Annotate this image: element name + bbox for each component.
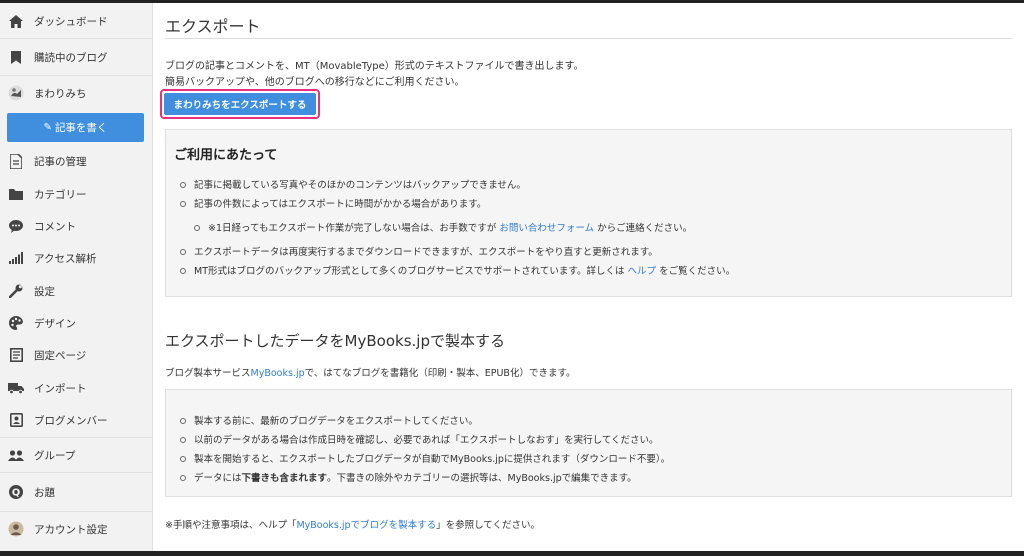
divider	[165, 38, 1012, 39]
group-icon	[8, 447, 24, 463]
page-icon	[8, 347, 24, 363]
main-content: エクスポート ブログの記事とコメントを、MT（MovableType）形式のテキ…	[160, 0, 1013, 556]
sidebar-item-label: アクセス解析	[34, 252, 97, 265]
comment-icon	[8, 218, 24, 234]
help-link[interactable]: ヘルプ	[628, 266, 657, 277]
sidebar-item-label: 設定	[34, 285, 55, 298]
sidebar-item-fixed-pages[interactable]: 固定ページ	[0, 340, 152, 370]
palette-icon	[8, 315, 24, 331]
sidebar-item-members[interactable]: ブログメンバー	[0, 405, 152, 435]
list-item: 記事に掲載している写真やそのほかのコンテンツはバックアップできません。	[180, 177, 526, 191]
divider	[0, 472, 152, 473]
wrench-icon	[8, 283, 24, 299]
export-button-highlight: まわりみちをエクスポートする	[160, 89, 320, 119]
divider	[0, 38, 152, 39]
notice-heading: ご利用にあたって	[174, 148, 278, 163]
sidebar-item-label: カテゴリー	[34, 188, 87, 201]
list-item: データには下書きも含まれます。下書きの除外やカテゴリーの選択等は、MyBooks…	[180, 470, 637, 484]
bookmark-icon	[8, 49, 24, 65]
mybooks-section-title: エクスポートしたデータをMyBooks.jpで製本する	[165, 332, 505, 350]
page-title: エクスポート	[165, 17, 261, 36]
mybooks-description: ブログ製本サービスMyBooks.jpで、はてなブログを書籍化（印刷・製本、EP…	[165, 368, 576, 379]
sidebar-item-label: 記事の管理	[34, 155, 87, 168]
divider	[0, 75, 152, 76]
bullet-icon	[180, 200, 186, 207]
description-line-1: ブログの記事とコメントを、MT（MovableType）形式のテキストファイルで…	[165, 61, 584, 72]
bullet-icon	[180, 417, 186, 424]
list-item: 製本する前に、最新のブログデータをエクスポートしてください。	[180, 413, 478, 427]
bar-chart-icon	[8, 250, 24, 266]
export-button[interactable]: まわりみちをエクスポートする	[164, 93, 316, 115]
contact-form-link[interactable]: お問い合わせフォーム	[499, 223, 594, 234]
document-icon	[8, 153, 24, 169]
sidebar-item-dashboard[interactable]: ダッシュボード	[0, 6, 152, 36]
list-item: ※1日経ってもエクスポート作業が完了しない場合は、お手数ですが お問い合わせフォ…	[194, 220, 692, 234]
usage-notice-panel: ご利用にあたって 記事に掲載している写真やそのほかのコンテンツはバックアップでき…	[165, 129, 1012, 297]
sidebar-item-label: ダッシュボード	[34, 15, 108, 28]
sidebar-item-import[interactable]: インポート	[0, 373, 152, 403]
bullet-icon	[180, 267, 186, 274]
edit-icon: ✎	[43, 122, 52, 133]
folder-icon	[8, 186, 24, 202]
mybooks-notice-panel: 製本する前に、最新のブログデータをエクスポートしてください。 以前のデータがある…	[165, 389, 1012, 497]
list-item: 製本を開始すると、エクスポートしたブログデータが自動でMyBooks.jpに提供…	[180, 451, 670, 465]
bullet-icon	[180, 455, 186, 462]
blog-avatar-icon	[8, 85, 24, 101]
sidebar-item-blog[interactable]: まわりみち	[0, 78, 152, 108]
sidebar-item-label: デザイン	[34, 317, 76, 330]
mybooks-link[interactable]: MyBooks.jp	[251, 368, 305, 379]
svg-text:Q: Q	[12, 488, 21, 499]
sidebar-item-design[interactable]: デザイン	[0, 308, 152, 338]
sidebar-item-account-settings[interactable]: アカウント設定	[0, 514, 152, 544]
sidebar-item-categories[interactable]: カテゴリー	[0, 179, 152, 209]
description-line-2: 簡易バックアップや、他のブログへの移行などにご利用ください。	[165, 77, 465, 88]
bullet-icon	[180, 474, 186, 481]
footer-note: ※手順や注意事項は、ヘルプ「MyBooks.jpでブログを製本する」を参照してく…	[165, 520, 541, 531]
list-item: MT形式はブログのバックアップ形式として多くのブログサービスでサポートされていま…	[180, 263, 735, 277]
sidebar-item-label: インポート	[34, 382, 87, 395]
sidebar-item-comments[interactable]: コメント	[0, 211, 152, 241]
sidebar-item-analytics[interactable]: アクセス解析	[0, 243, 152, 273]
divider	[0, 437, 152, 438]
sidebar-item-manage-articles[interactable]: 記事の管理	[0, 146, 152, 176]
bullet-icon	[180, 248, 186, 255]
mybooks-help-link[interactable]: MyBooks.jpでブログを製本する	[296, 520, 436, 531]
sidebar-item-label: グループ	[34, 449, 76, 462]
list-item: 記事の件数によってはエクスポートに時間がかかる場合があります。	[180, 196, 486, 210]
home-icon	[8, 13, 24, 29]
sidebar-item-label: コメント	[34, 220, 76, 233]
sidebar-item-subscriptions[interactable]: 購読中のブログ	[0, 42, 152, 72]
account-avatar-icon	[8, 521, 24, 537]
sidebar-item-label: ブログメンバー	[34, 414, 108, 427]
sidebar: ダッシュボード 購読中のブログ まわりみち ✎ 記事を書く 記事の管理 カテゴリ…	[0, 3, 153, 556]
question-icon: Q	[8, 484, 24, 500]
write-article-button[interactable]: ✎ 記事を書く	[7, 113, 144, 142]
sidebar-item-label: 購読中のブログ	[34, 51, 108, 64]
bullet-icon	[180, 181, 186, 188]
list-item: 以前のデータがある場合は作成日時を確認し、必要であれば「エクスポートしなおす」を…	[180, 432, 659, 446]
bullet-icon	[194, 224, 200, 231]
write-article-label: 記事を書く	[54, 122, 108, 134]
list-item: エクスポートデータは再度実行するまでダウンロードできますが、エクスポートをやり直…	[180, 244, 658, 258]
bottom-bar	[0, 551, 1024, 556]
sidebar-item-label: お題	[34, 486, 55, 499]
truck-icon	[8, 380, 24, 396]
members-icon	[8, 412, 24, 428]
bullet-icon	[180, 436, 186, 443]
divider	[0, 511, 152, 512]
sidebar-item-label: アカウント設定	[34, 523, 108, 536]
sidebar-item-label: 固定ページ	[34, 349, 87, 362]
sidebar-item-topics[interactable]: Q お題	[0, 477, 152, 507]
sidebar-item-groups[interactable]: グループ	[0, 440, 152, 470]
sidebar-item-label: まわりみち	[34, 87, 87, 100]
sidebar-item-settings[interactable]: 設定	[0, 276, 152, 306]
